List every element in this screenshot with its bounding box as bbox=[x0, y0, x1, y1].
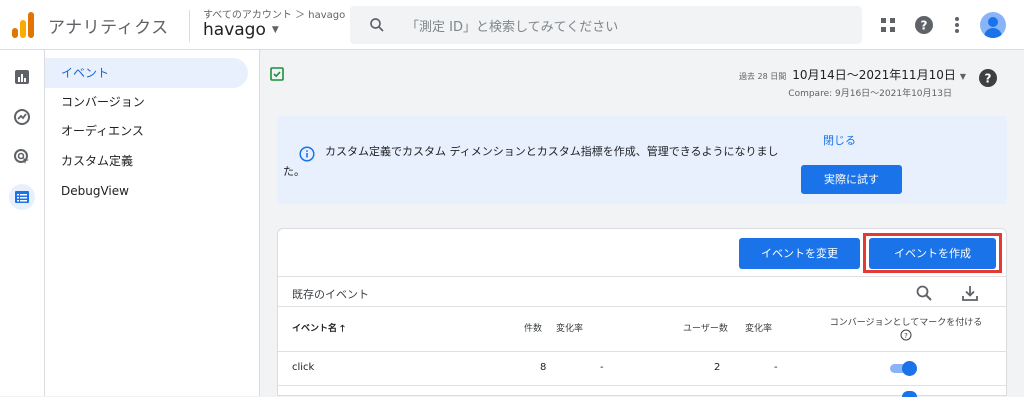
help-icon[interactable]: ? bbox=[913, 14, 935, 36]
column-header-event-name[interactable]: イベント名 🡑 bbox=[292, 321, 345, 337]
banner-message: カスタム定義でカスタム ディメンションとカスタム指標を作成、管理できるようになり… bbox=[283, 145, 779, 178]
nav-item-debugview[interactable]: DebugView bbox=[45, 176, 248, 206]
divider bbox=[278, 385, 1006, 386]
help-outline-icon[interactable]: ? bbox=[900, 329, 912, 341]
sort-arrow-up-icon: 🡑 bbox=[340, 324, 345, 334]
rail-advertising-icon[interactable] bbox=[9, 144, 35, 170]
date-range-label: 過去 28 日間 bbox=[738, 72, 787, 81]
svg-text:?: ? bbox=[904, 332, 908, 340]
event-users-change-cell: - bbox=[774, 362, 778, 373]
left-rail bbox=[0, 50, 45, 396]
try-it-button[interactable]: 実際に試す bbox=[801, 165, 902, 194]
event-name-cell[interactable]: click bbox=[292, 362, 314, 373]
divider bbox=[278, 276, 1006, 277]
breadcrumb[interactable]: すべてのアカウント ＞ havago bbox=[203, 6, 345, 21]
more-vert-icon[interactable] bbox=[946, 14, 968, 36]
events-card: イベントを変更 イベントを作成 既存のイベント イベント名 🡑 件数 変化率 ユ… bbox=[277, 228, 1007, 397]
side-navigation: イベント コンバージョン オーディエンス カスタム定義 DebugView bbox=[45, 50, 260, 396]
info-icon bbox=[299, 146, 315, 162]
top-app-bar: アナリティクス すべてのアカウント ＞ havago havago ▼ 「測定 I… bbox=[0, 0, 1024, 50]
conversion-toggle-partial[interactable] bbox=[902, 391, 917, 397]
column-header-label: イベント名 bbox=[292, 324, 338, 334]
column-header-count[interactable]: 件数 bbox=[524, 321, 542, 334]
header-divider bbox=[189, 10, 190, 42]
svg-text:?: ? bbox=[985, 72, 992, 86]
verified-check-icon bbox=[270, 67, 284, 81]
main-content: 過去 28 日間 10月14日～2021年11月10日 ▼ Compare: 9月1… bbox=[261, 50, 1024, 397]
nav-item-audiences[interactable]: オーディエンス bbox=[45, 116, 248, 146]
search-bar[interactable]: 「測定 ID」と検索してみてください bbox=[350, 6, 862, 44]
chevron-down-icon: ▼ bbox=[959, 72, 966, 81]
app-title: アナリティクス bbox=[48, 18, 169, 38]
nav-item-conversions[interactable]: コンバージョン bbox=[45, 87, 248, 117]
conversion-toggle[interactable] bbox=[890, 361, 918, 376]
divider bbox=[278, 306, 1006, 307]
rail-explore-icon[interactable] bbox=[9, 104, 35, 130]
download-icon[interactable] bbox=[961, 284, 979, 302]
modify-event-button[interactable]: イベントを変更 bbox=[739, 238, 860, 269]
search-placeholder: 「測定 ID」と検索してみてください bbox=[406, 20, 619, 35]
date-range-picker[interactable]: 過去 28 日間 10月14日～2021年11月10日 ▼ Compare: 9月1… bbox=[739, 64, 966, 99]
event-users-cell: 2 bbox=[714, 362, 721, 373]
highlight-box bbox=[863, 233, 1002, 273]
event-count-cell: 8 bbox=[540, 362, 547, 373]
rail-configure-icon[interactable] bbox=[9, 184, 35, 210]
svg-text:?: ? bbox=[921, 19, 928, 33]
nav-item-events[interactable]: イベント bbox=[45, 58, 248, 88]
user-avatar[interactable] bbox=[980, 12, 1006, 38]
event-count-change-cell: - bbox=[600, 362, 604, 373]
apps-grid-icon[interactable] bbox=[877, 14, 899, 36]
info-banner: カスタム定義でカスタム ディメンションとカスタム指標を作成、管理できるようになり… bbox=[277, 116, 1007, 204]
column-header-users-change[interactable]: 変化率 bbox=[745, 321, 772, 334]
column-header-users[interactable]: ユーザー数 bbox=[683, 321, 728, 334]
section-title: 既存のイベント bbox=[292, 288, 369, 301]
chevron-down-icon: ▼ bbox=[271, 25, 279, 35]
search-icon[interactable] bbox=[915, 284, 933, 302]
rail-reports-icon[interactable] bbox=[9, 64, 35, 90]
analytics-logo-icon[interactable] bbox=[12, 12, 36, 38]
account-name: havago bbox=[203, 20, 266, 40]
account-selector[interactable]: havago ▼ bbox=[203, 20, 279, 40]
column-header-label: コンバージョンとしてマークを付ける bbox=[829, 318, 983, 328]
help-icon[interactable]: ? bbox=[978, 68, 998, 88]
banner-close-link[interactable]: 閉じる bbox=[823, 132, 856, 148]
divider bbox=[278, 351, 1006, 352]
nav-item-custom-definitions[interactable]: カスタム定義 bbox=[45, 146, 248, 176]
date-range-value: 10月14日～2021年11月10日 bbox=[792, 68, 956, 82]
column-header-conversion[interactable]: コンバージョンとしてマークを付ける bbox=[821, 315, 991, 328]
search-icon bbox=[370, 18, 384, 32]
column-header-count-change[interactable]: 変化率 bbox=[556, 321, 583, 334]
compare-range: Compare: 9月16日～2021年10月13日 bbox=[788, 89, 952, 99]
